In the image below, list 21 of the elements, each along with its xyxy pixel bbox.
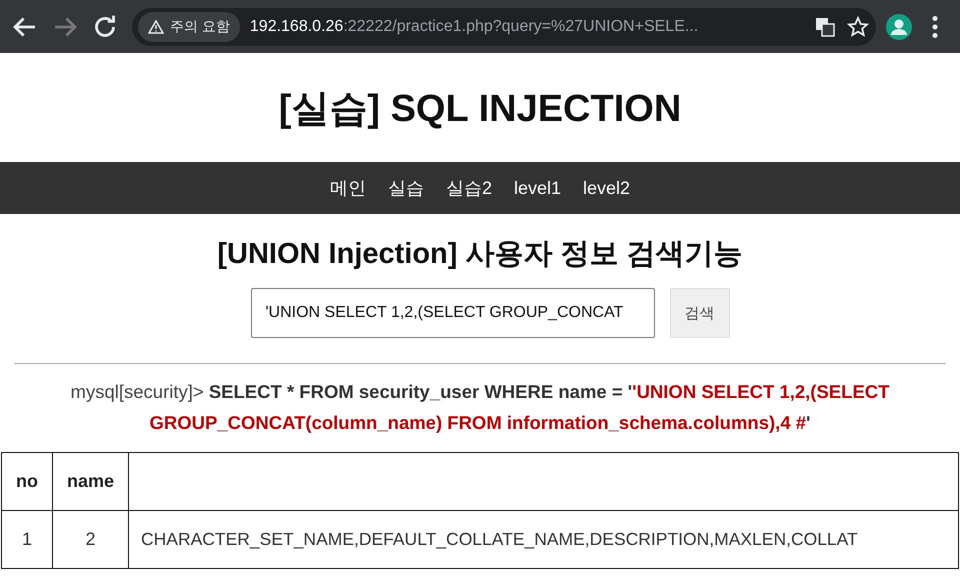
search-field[interactable]: 'UNION SELECT 1,2,(SELECT GROUP_CONCAT [250, 288, 654, 338]
security-chip[interactable]: 주의 요함 [138, 12, 240, 42]
sql-query-text: mysql[security]> SELECT * FROM security_user WHERE name = ''UNION SELECT 1,2,(SELECT GROUP_CONCAT(column_name) FROM information_schema.columns),4 #' [70, 380, 890, 435]
star-icon[interactable] [846, 14, 870, 38]
table-cell: CHARACTER_SET_NAME,DEFAULT_COLLATE_NAME,DESCRIPTION,MAXLEN,COLLAT [128, 510, 958, 568]
nav-link[interactable]: level1 [504, 170, 571, 206]
profile-avatar-icon[interactable] [886, 14, 912, 40]
page-title: [실습] SQL INJECTION [278, 87, 682, 132]
nav-link[interactable]: level2 [573, 170, 640, 206]
section-heading: [UNION Injection] 사용자 정보 검색기능 [216, 237, 744, 272]
url-text[interactable]: 192.168.0.26:22222/practice1.php?query=%27UNION+SELE... [250, 18, 804, 36]
warning-icon [148, 18, 164, 34]
table-cell: 2 [52, 510, 129, 568]
search-button[interactable]: 검색 [670, 288, 730, 338]
address-bar[interactable]: 주의 요함 192.168.0.26:22222/practice1.php?query=%27UNION+SELE... [132, 8, 876, 46]
column-header: no [2, 452, 52, 510]
nav-link[interactable]: 실습2 [436, 168, 502, 208]
nav-link[interactable]: 실습 [378, 168, 434, 208]
column-header: name [52, 452, 129, 510]
nav-link[interactable]: 메인 [320, 168, 376, 208]
table-cell: 1 [2, 510, 52, 568]
